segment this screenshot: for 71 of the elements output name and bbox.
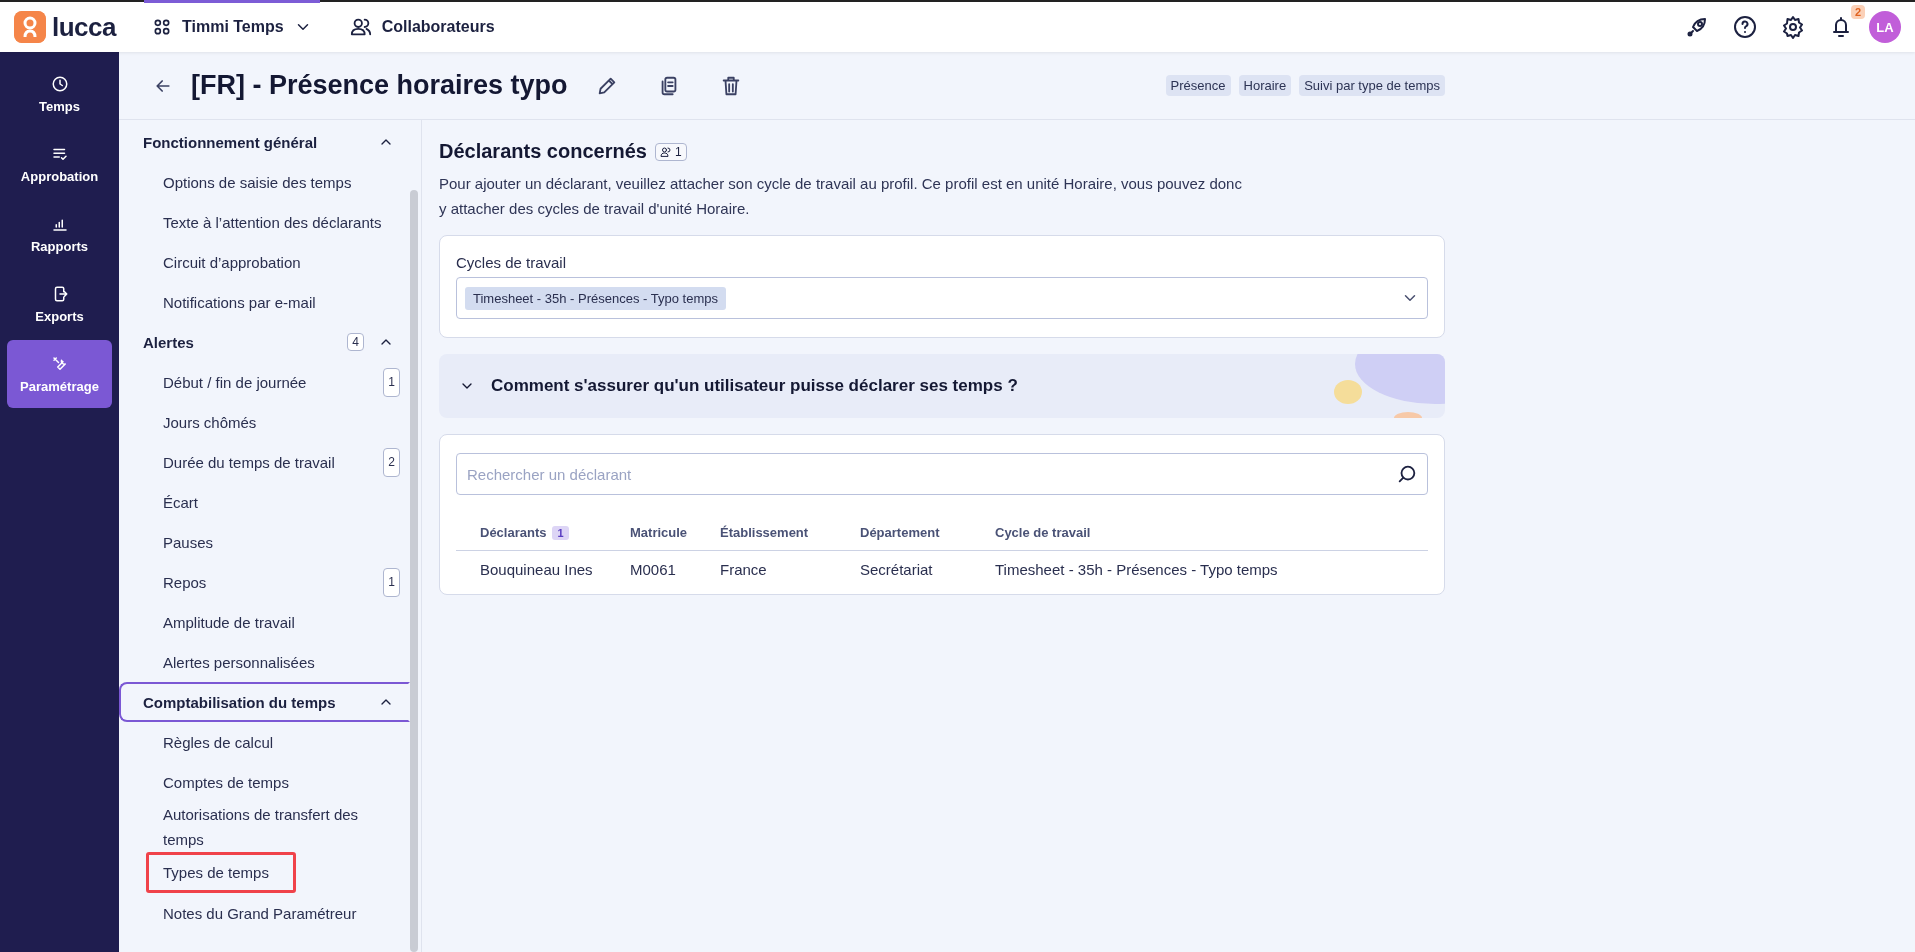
table-cell: M0061 — [630, 550, 720, 588]
tag: Présence — [1165, 75, 1231, 96]
table-cell: Bouquineau Ines — [456, 550, 630, 588]
column-header: Département — [860, 511, 995, 551]
nav-item[interactable]: Approbation — [7, 130, 112, 198]
clock-icon — [50, 74, 69, 93]
cycles-select[interactable]: Timesheet - 35h - Présences - Typo temps — [456, 277, 1428, 319]
help-icon — [1733, 15, 1757, 39]
selected-chip: Timesheet - 35h - Présences - Typo temps — [465, 286, 726, 310]
column-header: Cycle de travail — [995, 511, 1428, 551]
sidebar-item[interactable]: Options de saisie des temps — [119, 162, 410, 202]
sidebar-item[interactable]: Règles de calcul — [119, 722, 410, 762]
tag: Suivi par type de temps — [1299, 75, 1445, 96]
nav-item[interactable]: Rapports — [7, 200, 112, 268]
people-icon — [349, 16, 372, 38]
sidebar-item[interactable]: Repos 1 — [119, 562, 410, 602]
sidebar-item[interactable]: Comptes de temps — [119, 762, 410, 802]
table-cell: Timesheet - 35h - Présences - Typo temps — [995, 550, 1428, 588]
search-field[interactable]: Rechercher un déclarant — [456, 453, 1428, 495]
notification-badge: 2 — [1850, 5, 1865, 19]
sidebar-section[interactable]: Comptabilisation du temps — [119, 682, 410, 722]
sidebar-item[interactable]: Écart — [119, 482, 410, 522]
help-accordion[interactable]: Comment s'assurer qu'un utilisateur puisse déclarer ses temps ? — [439, 354, 1445, 418]
nav-link[interactable]: Collaborateurs — [343, 15, 501, 39]
sidebar-item[interactable]: Pauses — [119, 522, 410, 562]
logo-text: lucca — [52, 11, 116, 43]
people-icon — [659, 145, 672, 158]
sidebar-section[interactable]: Fonctionnement général — [119, 122, 410, 162]
sidebar-item[interactable]: Notes du Grand Paramétreur — [119, 893, 410, 933]
count-badge: 1 — [383, 367, 400, 397]
rocket-icon — [1685, 15, 1709, 39]
nav-item[interactable]: Paramétrage — [7, 340, 112, 408]
nav-item[interactable]: Temps — [7, 60, 112, 128]
tag: Horaire — [1238, 75, 1292, 96]
sidebar-section[interactable]: Alertes 4 — [119, 322, 410, 362]
sidebar-item[interactable]: Alertes personnalisées — [119, 642, 410, 682]
user-avatar[interactable]: LA — [1869, 11, 1901, 43]
count-badge: 2 — [383, 447, 400, 477]
grid-icon — [152, 17, 172, 37]
description-text: Pour ajouter un déclarant, veuillez attacher son cycle de travail au profil. Ce profil est en unité Horaire, vous pouvez donc y attacher des cycles de travail d'unité Horaire. — [439, 174, 1243, 219]
sidebar-item[interactable]: Autorisations de transfert des temps — [119, 802, 410, 852]
search-icon — [1396, 463, 1418, 485]
highlight-frame: Types de temps — [146, 852, 296, 893]
count-badge: 1 — [654, 142, 687, 161]
sidebar-item[interactable]: Jours chômés — [119, 402, 410, 442]
app-switcher[interactable]: Timmi Temps — [144, 0, 320, 51]
sidebar-item[interactable]: Début / fin de journée 1 — [119, 362, 410, 402]
sidebar-item[interactable]: Texte à l’attention des déclarants — [119, 202, 410, 242]
sidebar-item[interactable]: Circuit d’approbation — [119, 242, 410, 282]
sidebar-item[interactable]: Amplitude de travail — [119, 602, 410, 642]
section-heading: Déclarants concernés — [439, 140, 647, 163]
count-badge: 4 — [347, 333, 364, 351]
table-cell: Secrétariat — [860, 550, 995, 588]
settings-icon — [1781, 15, 1805, 39]
scrollbar[interactable] — [410, 190, 418, 952]
nav-item[interactable]: Exports — [7, 270, 112, 338]
column-header: Déclarants 1 — [456, 511, 630, 551]
column-header: Matricule — [630, 511, 720, 551]
help-button[interactable] — [1733, 15, 1757, 39]
table-cell: France — [720, 550, 860, 588]
sidebar-item[interactable]: Types de temps — [119, 852, 410, 893]
page-title: [FR] - Présence horaires typo — [191, 70, 568, 101]
settings-button[interactable] — [1781, 15, 1805, 39]
tools-icon — [50, 354, 69, 373]
rocket-button[interactable] — [1685, 15, 1709, 39]
count-badge: 1 — [383, 567, 400, 597]
field-label: Cycles de travail — [456, 254, 568, 271]
column-header: Établissement — [720, 511, 860, 551]
logo-icon — [14, 11, 46, 43]
sidebar-item[interactable]: Durée du temps de travail 2 — [119, 442, 410, 482]
sidebar-item[interactable]: Notifications par e-mail — [119, 282, 410, 322]
